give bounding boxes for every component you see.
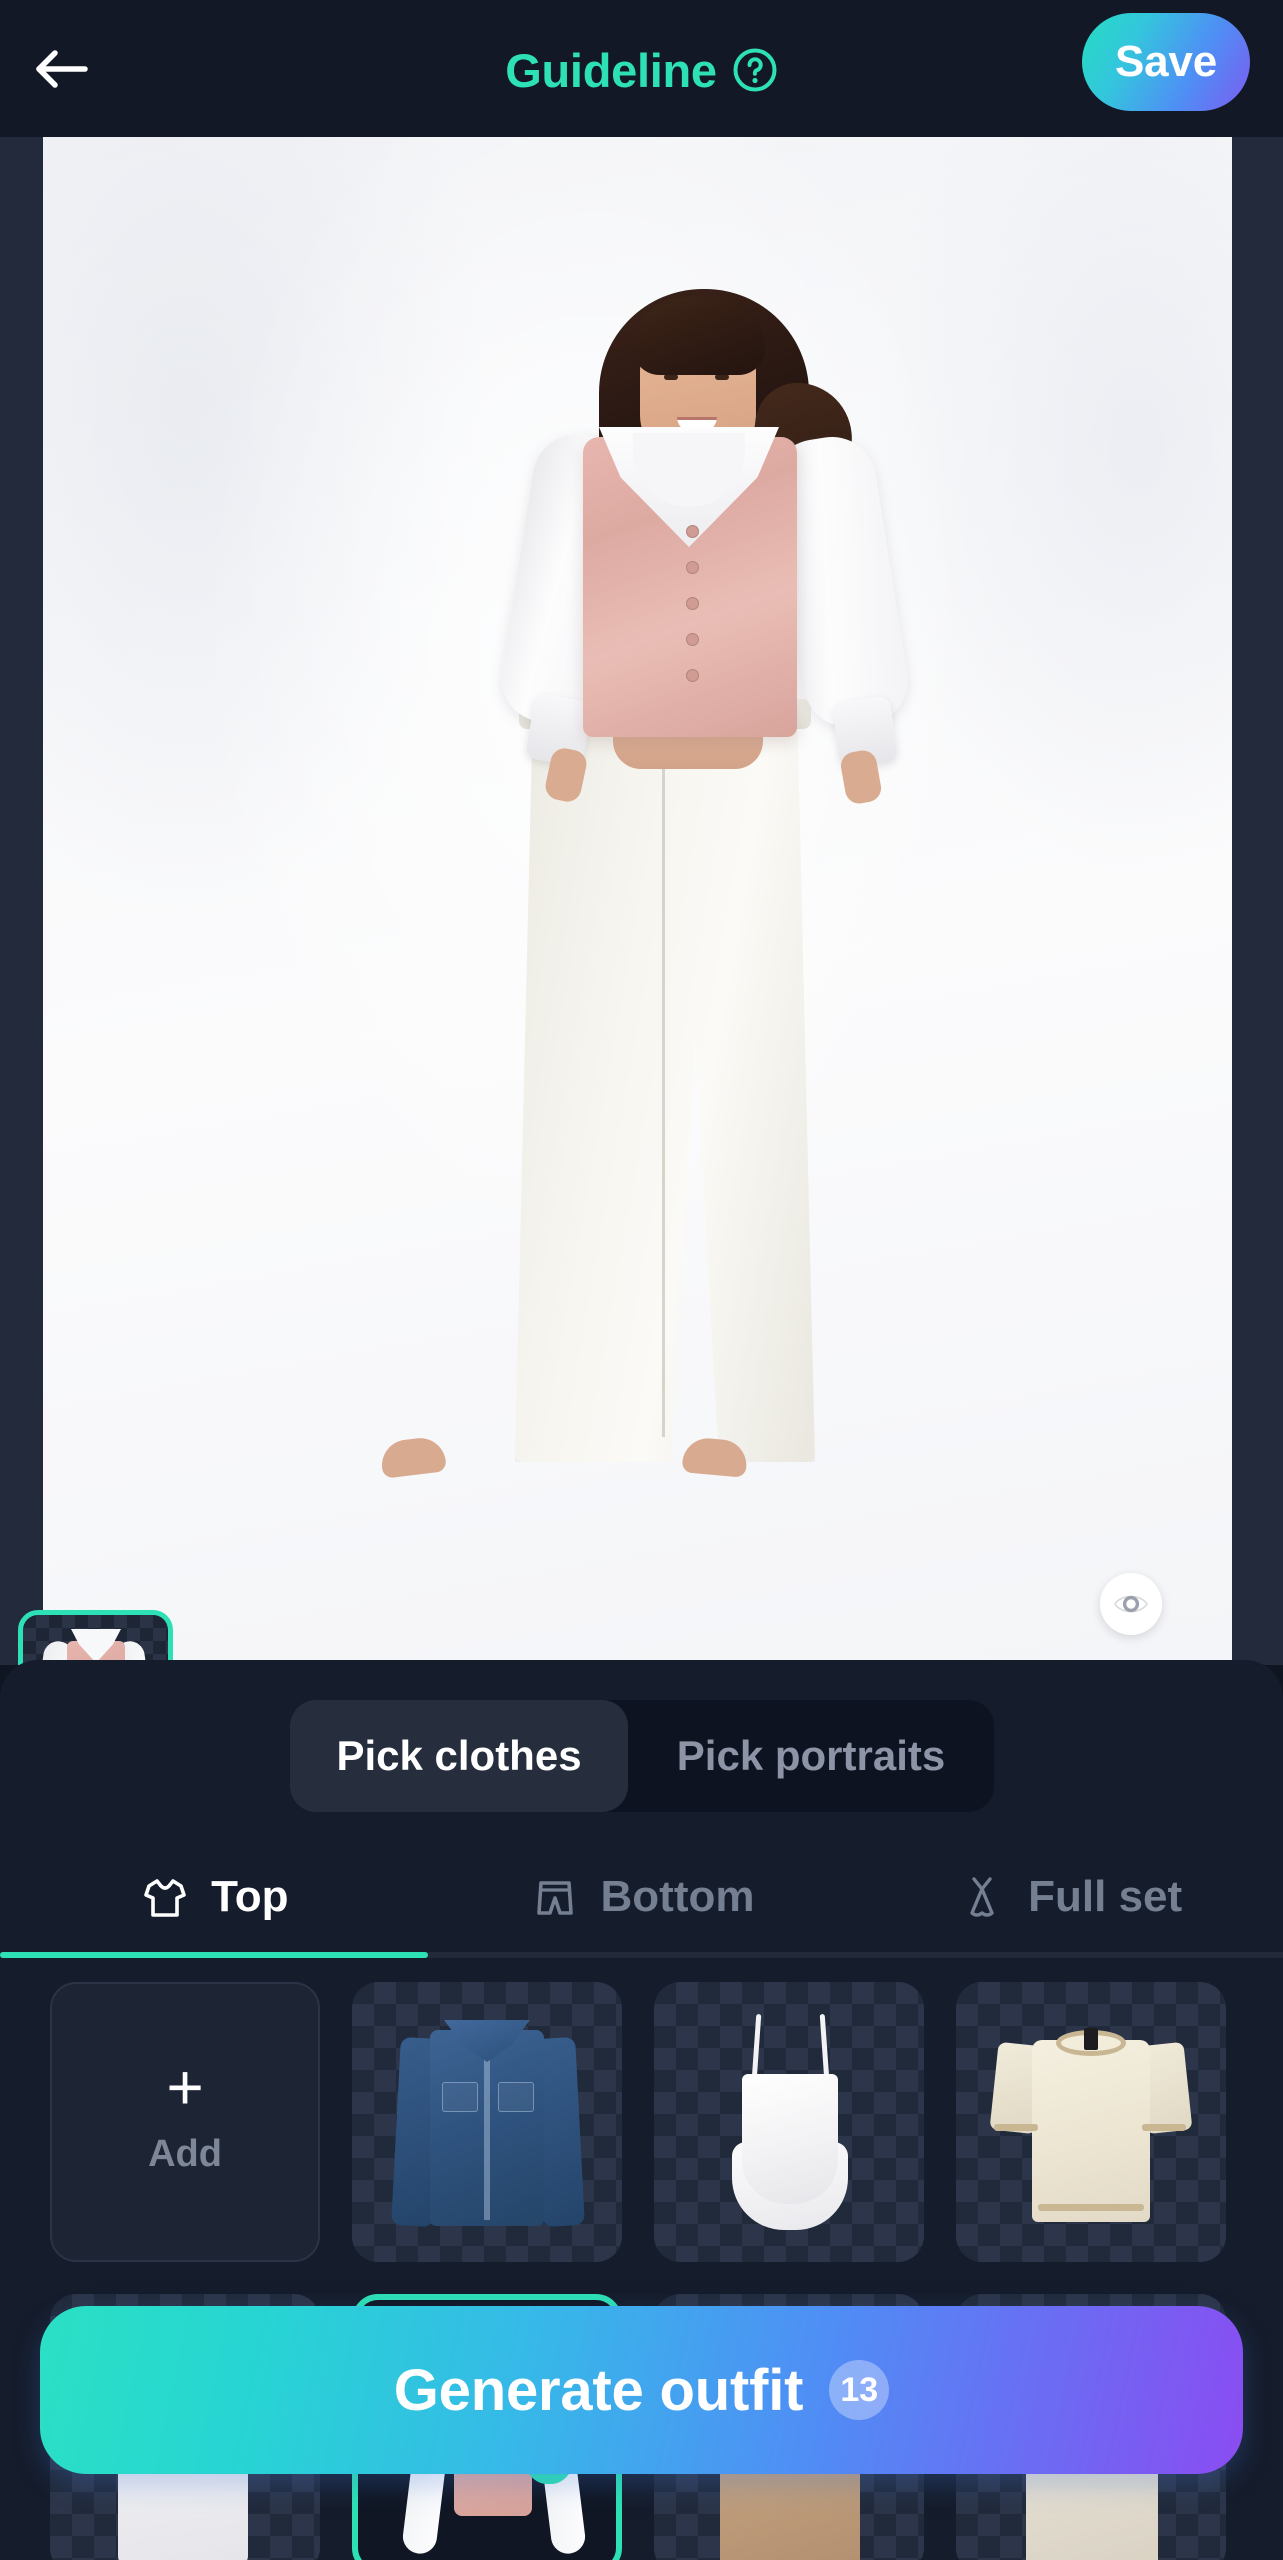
tshirt-icon	[144, 1879, 186, 1917]
picker-mode-segmented-control: Pick clothes Pick portraits	[290, 1700, 994, 1812]
model-preview-image[interactable]	[43, 137, 1232, 1665]
tab-active-indicator	[0, 1952, 428, 1958]
model-illustration	[43, 137, 1232, 1665]
cream-tshirt-art	[956, 1982, 1226, 2262]
generate-outfit-button[interactable]: Generate outfit 13	[40, 2306, 1243, 2474]
selected-garment-thumbnail[interactable]	[18, 1610, 173, 1665]
segment-pick-clothes[interactable]: Pick clothes	[290, 1700, 628, 1812]
category-tabbar: Top Bottom Full set	[0, 1842, 1283, 1952]
segment-pick-portraits[interactable]: Pick portraits	[628, 1700, 994, 1812]
page-title: Guideline	[505, 43, 717, 97]
save-button-label: Save	[1115, 37, 1217, 86]
thumbnail-garment-art	[23, 1615, 168, 1665]
garment-item-cream-tshirt[interactable]	[956, 1982, 1226, 2262]
denim-jacket-art	[352, 1982, 622, 2262]
plus-icon: +	[166, 2051, 204, 2124]
preview-visibility-button[interactable]	[1100, 1573, 1162, 1635]
generate-outfit-label: Generate outfit	[393, 2357, 804, 2423]
header-title-group: Guideline	[505, 43, 777, 98]
question-circle-icon[interactable]	[732, 47, 778, 93]
back-button[interactable]	[30, 42, 92, 96]
tab-full-set[interactable]: Full set	[855, 1842, 1283, 1952]
arrow-left-icon	[36, 50, 88, 88]
tab-bottom-label: Bottom	[600, 1872, 755, 1921]
shorts-icon	[536, 1881, 573, 1915]
garment-item-denim-jacket[interactable]	[352, 1982, 622, 2262]
generate-outfit-count-badge: 13	[829, 2360, 890, 2420]
eye-icon	[1114, 1595, 1148, 1613]
tab-full-set-label: Full set	[1028, 1872, 1183, 1921]
dress-icon	[970, 1877, 994, 1917]
white-camisole-art	[654, 1982, 924, 2262]
picker-panel: Pick clothes Pick portraits Top Bottom F…	[0, 1660, 1283, 2560]
add-garment-button[interactable]: + Add	[50, 1982, 320, 2262]
preview-stage	[0, 137, 1283, 1665]
tab-top[interactable]: Top	[0, 1842, 428, 1952]
app-root: Guideline Save Pick clothes Pick portrai…	[0, 0, 1283, 2560]
save-button[interactable]: Save	[1082, 13, 1250, 111]
garment-item-white-camisole-top[interactable]	[654, 1982, 924, 2262]
app-header: Guideline Save	[0, 0, 1283, 137]
tab-top-label: Top	[211, 1872, 289, 1921]
tab-bottom[interactable]: Bottom	[428, 1842, 856, 1952]
add-garment-label: Add	[148, 2132, 222, 2175]
